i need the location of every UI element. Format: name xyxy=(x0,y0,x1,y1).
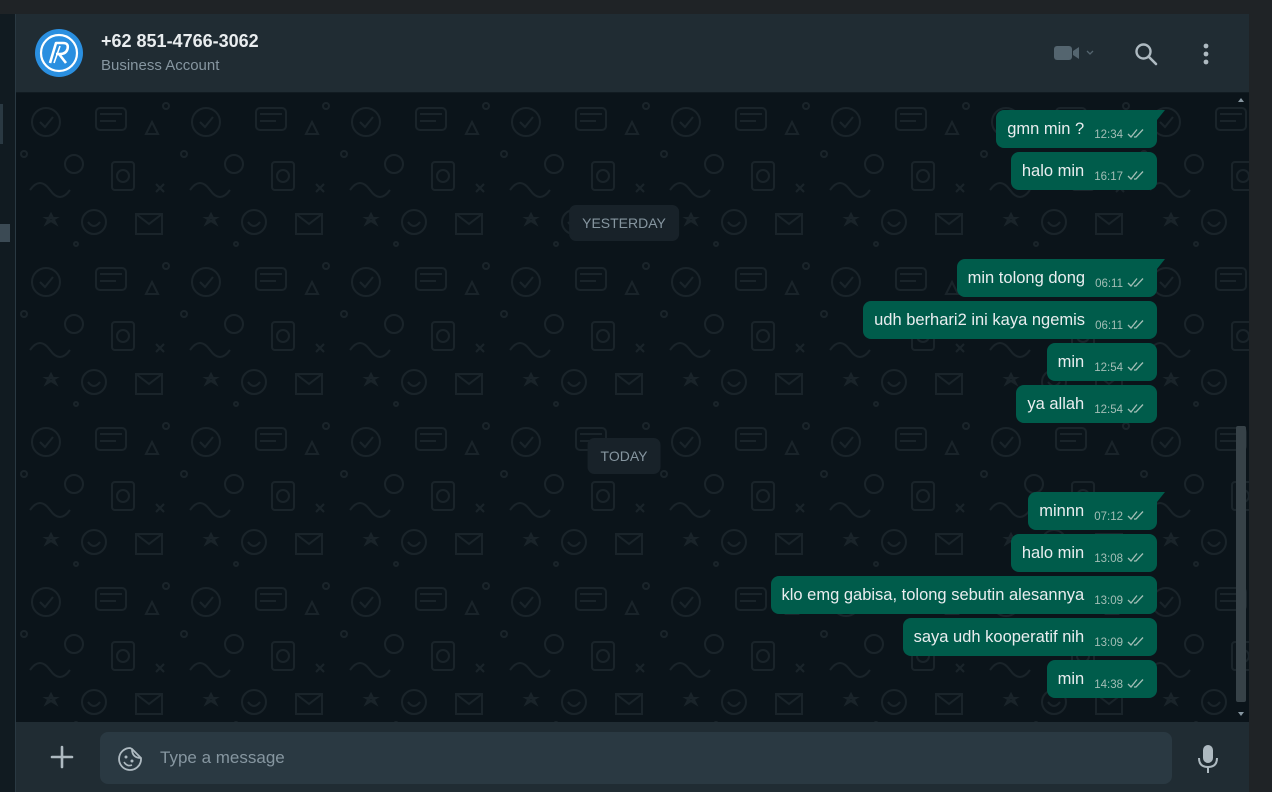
message-text: klo emg gabisa, tolong sebutin alesannya xyxy=(781,585,1085,604)
video-call-icon xyxy=(1054,46,1094,60)
chat-scrollbar-thumb[interactable] xyxy=(1236,426,1246,702)
message-input-box[interactable] xyxy=(100,732,1172,784)
date-chip-today: TODAY xyxy=(587,438,661,474)
video-call-button[interactable] xyxy=(1052,42,1096,64)
read-ticks-icon xyxy=(1127,128,1145,142)
left-panel-edge xyxy=(0,14,16,792)
read-ticks-icon xyxy=(1127,552,1145,566)
message-list[interactable]: YESTERDAY TODAY gmn min ? 12:34 halo min… xyxy=(16,94,1249,722)
message-bubble[interactable]: min tolong dong 06:11 xyxy=(956,259,1166,297)
read-ticks-icon xyxy=(1127,361,1145,375)
message-bubble[interactable]: min 12:54 xyxy=(1046,343,1157,381)
message-text: gmn min ? xyxy=(1007,119,1085,138)
read-ticks-icon xyxy=(1127,594,1145,608)
message-text: min xyxy=(1057,352,1085,371)
message-text: ya allah xyxy=(1027,394,1085,413)
message-bubble[interactable]: minnn 07:12 xyxy=(1028,492,1165,530)
message-bubble[interactable]: gmn min ? 12:34 xyxy=(996,110,1165,148)
sticker-button[interactable] xyxy=(117,746,142,771)
message-time: 13:08 xyxy=(1094,553,1123,565)
left-panel-marker xyxy=(0,104,3,144)
read-ticks-icon xyxy=(1127,678,1145,692)
read-ticks-icon xyxy=(1127,319,1145,333)
attach-button[interactable] xyxy=(47,742,77,772)
message-bubble[interactable]: halo min 13:08 xyxy=(1010,534,1157,572)
message-bubble[interactable]: halo min 16:17 xyxy=(1010,152,1157,190)
sticker-icon xyxy=(118,747,142,771)
message-time: 06:11 xyxy=(1095,320,1123,332)
message-time: 12:34 xyxy=(1094,129,1123,141)
message-bubble[interactable]: udh berhari2 ini kaya ngemis 06:11 xyxy=(863,301,1157,339)
message-time: 13:09 xyxy=(1094,595,1123,607)
message-time: 12:54 xyxy=(1094,404,1123,416)
message-bubble[interactable]: ya allah 12:54 xyxy=(1016,385,1157,423)
message-time: 12:54 xyxy=(1094,362,1123,374)
read-ticks-icon xyxy=(1127,403,1145,417)
message-text: udh berhari2 ini kaya ngemis xyxy=(874,310,1086,329)
search-button[interactable] xyxy=(1133,41,1159,67)
search-icon xyxy=(1135,43,1158,66)
message-time: 07:12 xyxy=(1094,511,1123,523)
window-top-strip xyxy=(0,0,1272,14)
message-text: min tolong dong xyxy=(967,268,1086,287)
date-chip-yesterday: YESTERDAY xyxy=(569,205,679,241)
message-text: min xyxy=(1057,669,1085,688)
message-bubble[interactable]: klo emg gabisa, tolong sebutin alesannya… xyxy=(770,576,1157,614)
microphone-icon xyxy=(1198,745,1218,773)
read-ticks-icon xyxy=(1127,636,1145,650)
message-text: halo min xyxy=(1021,161,1085,180)
read-ticks-icon xyxy=(1127,510,1145,524)
menu-button[interactable] xyxy=(1196,41,1216,67)
message-text: saya udh kooperatif nih xyxy=(913,627,1085,646)
chat-window: +62 851-4766-3062 Business Account YESTE… xyxy=(16,14,1249,792)
voice-message-button[interactable] xyxy=(1197,744,1219,774)
left-panel-scroll-thumb[interactable] xyxy=(0,224,10,242)
message-input[interactable] xyxy=(160,732,1160,784)
message-bubble[interactable]: min 14:38 xyxy=(1046,660,1157,698)
contact-name[interactable]: +62 851-4766-3062 xyxy=(101,31,259,52)
composer-bar xyxy=(16,722,1249,792)
message-bubble[interactable]: saya udh kooperatif nih 13:09 xyxy=(902,618,1157,656)
avatar[interactable] xyxy=(35,29,83,77)
message-time: 14:38 xyxy=(1094,679,1123,691)
right-panel-edge xyxy=(1249,14,1272,792)
message-time: 13:09 xyxy=(1094,637,1123,649)
message-time: 06:11 xyxy=(1095,278,1123,290)
business-logo-icon xyxy=(39,33,79,73)
read-ticks-icon xyxy=(1127,170,1145,184)
read-ticks-icon xyxy=(1127,277,1145,291)
message-text: minnn xyxy=(1039,501,1085,520)
menu-icon xyxy=(1203,43,1209,65)
contact-status: Business Account xyxy=(101,57,220,74)
message-time: 16:17 xyxy=(1094,171,1123,183)
chat-header[interactable]: +62 851-4766-3062 Business Account xyxy=(16,14,1249,93)
plus-icon xyxy=(50,745,74,769)
message-text: halo min xyxy=(1021,543,1085,562)
